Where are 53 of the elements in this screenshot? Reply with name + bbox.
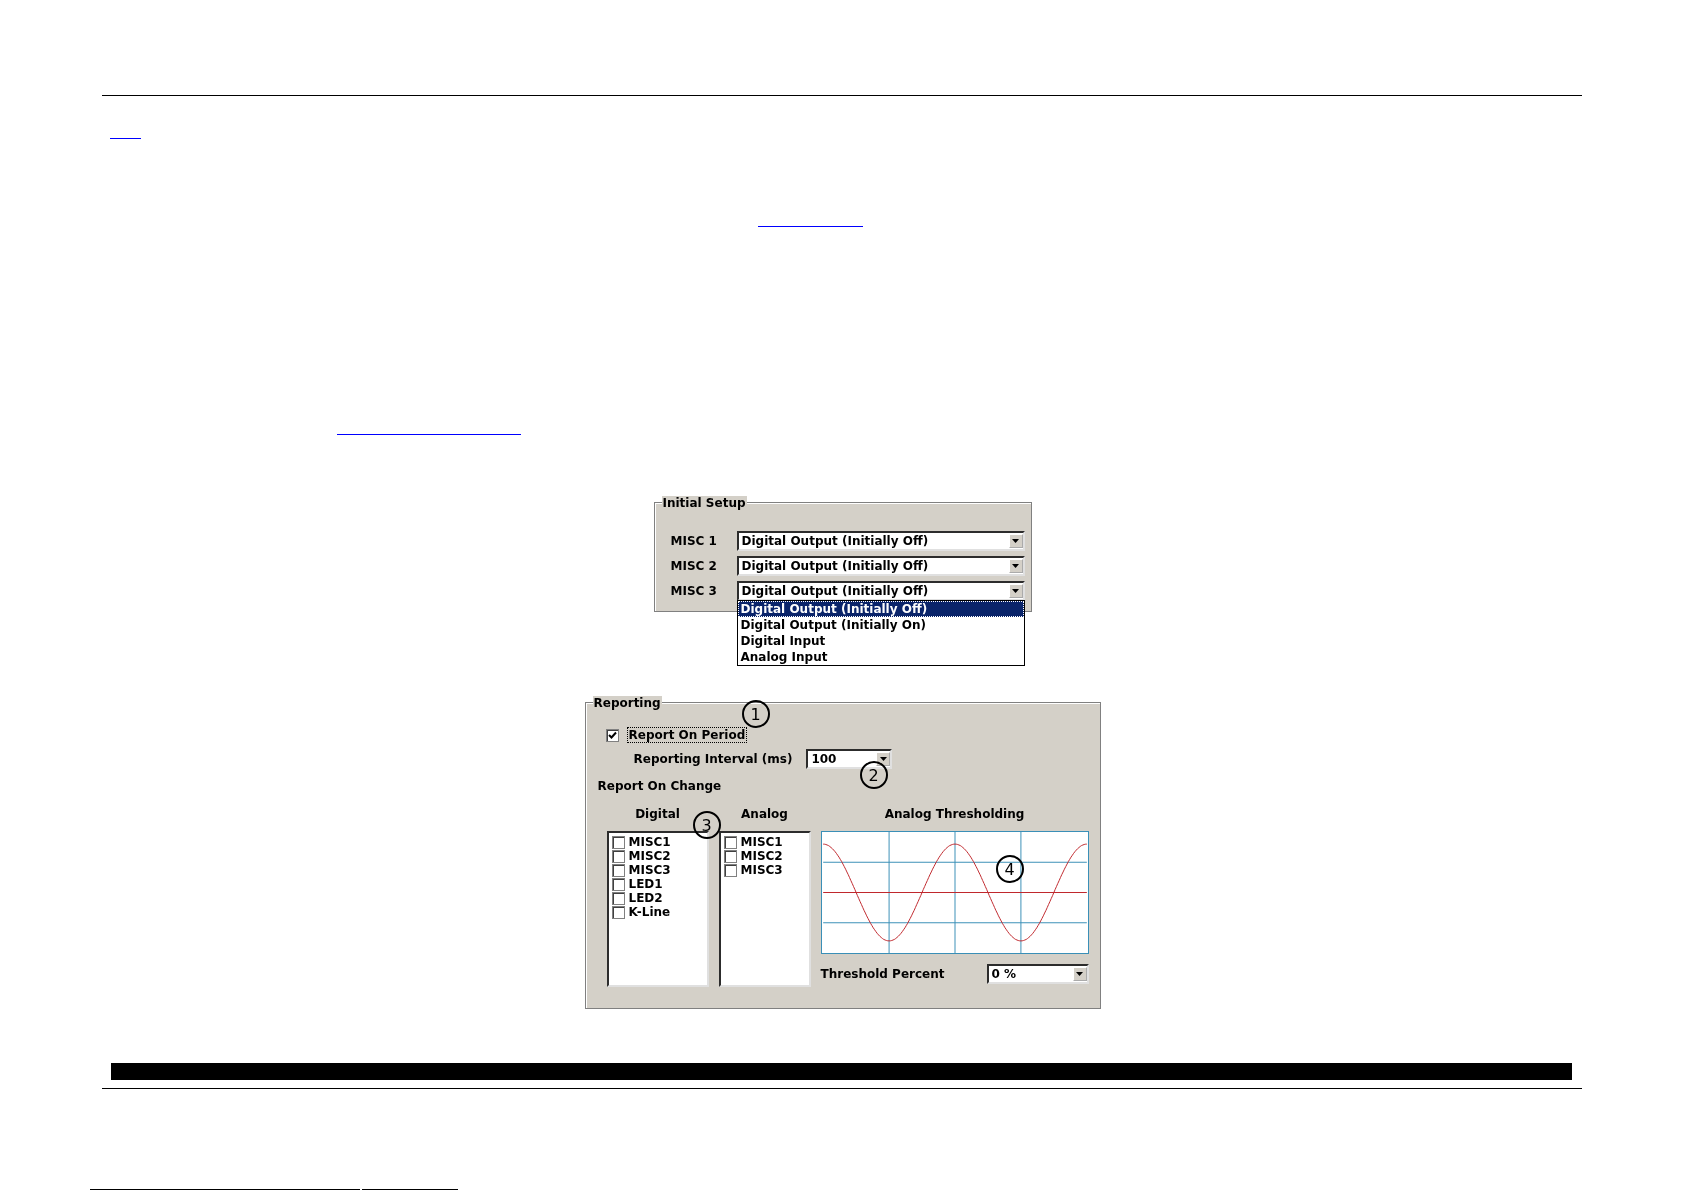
column-heading: Analog bbox=[741, 807, 788, 821]
caret-icon bbox=[1076, 972, 1083, 976]
panel-title: Reporting bbox=[592, 696, 662, 710]
checkbox[interactable] bbox=[611, 849, 625, 863]
dropdown-arrow-button[interactable] bbox=[1008, 534, 1023, 548]
dropdown-field[interactable]: Digital Output (Initially Off) bbox=[736, 556, 1025, 576]
dropdown-arrow-button[interactable] bbox=[876, 752, 891, 766]
checkbox[interactable] bbox=[611, 905, 625, 919]
section-label: Report On Change bbox=[597, 779, 722, 793]
panel-title: Initial Setup bbox=[661, 496, 747, 510]
column-heading: Digital bbox=[635, 807, 680, 821]
dropdown-arrow-button[interactable] bbox=[1008, 584, 1023, 598]
caret-icon bbox=[1012, 564, 1019, 568]
checkbox-label: MISC2 bbox=[740, 849, 783, 863]
checkbox-label: Report On Period bbox=[626, 727, 748, 743]
field-label: Threshold Percent bbox=[820, 967, 945, 981]
dropdown-option[interactable]: Analog Input bbox=[737, 649, 1024, 665]
checkbox-label: MISC1 bbox=[740, 835, 783, 849]
graph-heading: Analog Thresholding bbox=[884, 807, 1025, 821]
checkbox-label: MISC3 bbox=[628, 863, 671, 877]
checkbox[interactable] bbox=[611, 877, 625, 891]
checkbox[interactable] bbox=[611, 863, 625, 877]
checkbox[interactable] bbox=[723, 849, 737, 863]
field-label: MISC 2 bbox=[670, 559, 718, 573]
dropdown-option[interactable]: Digital Input bbox=[737, 633, 1024, 649]
dropdown-option[interactable]: Digital Output (Initially Off) bbox=[737, 601, 1024, 617]
checkbox-label: MISC1 bbox=[628, 835, 671, 849]
caret-icon bbox=[1012, 589, 1019, 593]
checkbox-label: MISC3 bbox=[740, 863, 783, 877]
dropdown-field[interactable]: 100 bbox=[806, 749, 893, 769]
dropdown-field[interactable]: Digital Output (Initially Off) bbox=[736, 531, 1025, 551]
callout-number: 3 bbox=[692, 811, 721, 839]
dropdown-field[interactable]: 0 % bbox=[986, 964, 1089, 984]
field-label: MISC 3 bbox=[670, 584, 718, 598]
field-label: MISC 1 bbox=[670, 534, 718, 548]
dropdown-arrow-button[interactable] bbox=[1072, 967, 1087, 981]
caret-icon bbox=[1012, 539, 1019, 543]
dropdown-arrow-button[interactable] bbox=[1008, 559, 1023, 573]
callout-number: 2 bbox=[859, 761, 888, 789]
checkbox-label: LED1 bbox=[628, 877, 663, 891]
checkbox[interactable] bbox=[605, 728, 619, 742]
callout-number: 1 bbox=[741, 700, 770, 728]
checkbox-label: MISC2 bbox=[628, 849, 671, 863]
dropdown-option[interactable]: Digital Output (Initially On) bbox=[737, 617, 1024, 633]
callout-number: 4 bbox=[995, 855, 1024, 883]
checkbox[interactable] bbox=[611, 835, 625, 849]
caret-icon bbox=[879, 757, 887, 761]
checkbox[interactable] bbox=[723, 863, 737, 877]
field-label: Reporting Interval (ms) bbox=[633, 752, 793, 766]
checkbox[interactable] bbox=[611, 891, 625, 905]
checkbox-label: K-Line bbox=[628, 905, 671, 919]
checkbox[interactable] bbox=[723, 835, 737, 849]
checkbox-label: LED2 bbox=[628, 891, 663, 905]
